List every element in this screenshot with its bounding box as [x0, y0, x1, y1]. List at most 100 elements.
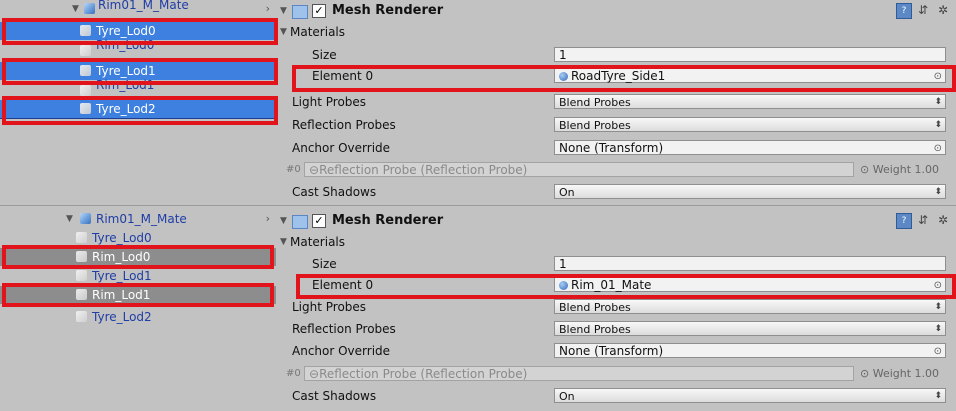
probe-index: #0: [286, 368, 301, 379]
fold-arrow-icon[interactable]: ▼: [280, 210, 287, 232]
dropdown-arrow-icon: ⬍: [934, 391, 942, 401]
object-picker-icon[interactable]: ⊙: [934, 278, 942, 293]
book-icon[interactable]: ?: [896, 3, 912, 19]
fold-arrow-icon[interactable]: ▼: [66, 210, 73, 228]
cube-icon: [80, 85, 91, 96]
hierarchy-item-rim-lod1[interactable]: Rim_Lod1: [0, 78, 276, 100]
hierarchy-parent-label: Rim01_M_Mate: [96, 212, 187, 226]
light-probes-label: Light Probes: [292, 95, 367, 109]
weight-value: Weight 1.00: [872, 163, 940, 176]
cast-shadows-label: Cast Shadows: [292, 389, 377, 403]
weight-value: Weight 1.00: [872, 367, 940, 380]
anchor-override-value: None (Transform): [559, 141, 664, 155]
bottom-panel: ▼ Rim01_M_Mate › Tyre_Lod0 Rim_Lod0 Tyre…: [0, 206, 956, 411]
cube-icon: [80, 213, 91, 224]
mesh-renderer-icon: [292, 5, 308, 19]
hierarchy-item-tyre-lod2[interactable]: Tyre_Lod2: [0, 308, 276, 326]
reflection-probes-dropdown[interactable]: Blend Probes ⬍: [554, 117, 946, 132]
hierarchy-item-rim-lod1[interactable]: Rim_Lod1: [0, 286, 276, 304]
element-label: Element 0: [312, 278, 374, 292]
reflection-probe-field: ⊖Reflection Probe (Reflection Probe): [304, 366, 854, 381]
hierarchy-item-rim-lod0[interactable]: Rim_Lod0: [0, 248, 276, 266]
reflection-probes-dropdown[interactable]: Blend Probes ⬍: [554, 321, 946, 336]
element-value: Rim_01_Mate: [571, 278, 652, 292]
reflection-probes-value: Blend Probes: [559, 119, 631, 132]
cube-icon: [84, 3, 95, 14]
materials-label: Materials: [290, 235, 346, 249]
element-label: Element 0: [312, 69, 374, 83]
gear-icon[interactable]: ✲: [936, 3, 950, 17]
checkbox-icon[interactable]: ✓: [312, 4, 326, 18]
element-row: Element 0 RoadTyre_Side1 ⊙: [278, 66, 956, 86]
anchor-override-label: Anchor Override: [292, 344, 391, 358]
reflection-probes-label: Reflection Probes: [292, 118, 396, 132]
book-icon[interactable]: ?: [896, 213, 912, 229]
reflection-probes-value: Blend Probes: [559, 323, 631, 336]
reflection-probes-label: Reflection Probes: [292, 322, 396, 336]
component-header[interactable]: ▼ ✓ Mesh Renderer ? ⇵ ✲: [278, 0, 956, 22]
settings-icon[interactable]: ⇵: [916, 3, 930, 17]
light-probes-dropdown[interactable]: Blend Probes ⬍: [554, 94, 946, 109]
weight-label: ⊙ Weight 1.00: [860, 367, 940, 380]
light-probes-dropdown[interactable]: Blend Probes ⬍: [554, 299, 946, 314]
hierarchy-item-label: Tyre_Lod1: [92, 269, 152, 283]
hierarchy-parent-row[interactable]: ▼ Rim01_M_Mate ›: [0, 210, 276, 228]
checkbox-icon[interactable]: ✓: [312, 214, 326, 228]
cube-icon: [80, 65, 91, 76]
light-probes-row: Light Probes Blend Probes ⬍: [278, 297, 956, 317]
hierarchy-parent-row[interactable]: ▼ Rim01_M_Mate ›: [0, 0, 276, 18]
materials-row[interactable]: ▼ Materials: [278, 22, 956, 42]
light-probes-label: Light Probes: [292, 300, 367, 314]
size-field[interactable]: 1: [554, 47, 946, 62]
light-probes-row: Light Probes Blend Probes ⬍: [278, 92, 956, 112]
size-field[interactable]: 1: [554, 256, 946, 271]
anchor-override-field[interactable]: None (Transform) ⊙: [554, 140, 946, 155]
anchor-override-field[interactable]: None (Transform) ⊙: [554, 343, 946, 358]
collapse-arrow-icon[interactable]: ›: [266, 210, 270, 228]
hierarchy-item-label: Tyre_Lod2: [96, 102, 156, 116]
gear-icon[interactable]: ✲: [936, 213, 950, 227]
hierarchy-item-label: Rim_Lod1: [92, 288, 151, 302]
element-field[interactable]: RoadTyre_Side1 ⊙: [554, 68, 946, 83]
cube-icon: [76, 289, 87, 300]
fold-arrow-icon[interactable]: ▼: [280, 22, 287, 42]
hierarchy-item-rim-lod0[interactable]: Rim_Lod0: [0, 38, 276, 60]
component-title: Mesh Renderer: [332, 213, 444, 228]
materials-row[interactable]: ▼ Materials: [278, 232, 956, 252]
collapse-arrow-icon[interactable]: ›: [266, 0, 270, 18]
cast-shadows-dropdown[interactable]: On ⬍: [554, 388, 946, 403]
hierarchy-panel: ▼ Rim01_M_Mate › Tyre_Lod0 Rim_Lod0 Tyre…: [0, 0, 276, 205]
dropdown-arrow-icon: ⬍: [934, 302, 942, 312]
component-header[interactable]: ▼ ✓ Mesh Renderer ? ⇵ ✲: [278, 210, 956, 232]
element-field[interactable]: Rim_01_Mate ⊙: [554, 277, 946, 292]
dropdown-arrow-icon: ⬍: [934, 97, 942, 107]
hierarchy-item-label: Rim_Lod1: [96, 78, 155, 92]
material-ball-icon: [559, 281, 568, 290]
cast-shadows-dropdown[interactable]: On ⬍: [554, 184, 946, 199]
cube-icon: [76, 251, 87, 262]
hierarchy-item-tyre-lod2[interactable]: Tyre_Lod2: [0, 100, 276, 118]
reflection-probes-row: Reflection Probes Blend Probes ⬍: [278, 319, 956, 339]
mesh-renderer-icon: [292, 215, 308, 229]
cast-shadows-value: On: [559, 390, 575, 403]
settings-icon[interactable]: ⇵: [916, 213, 930, 227]
fold-arrow-icon[interactable]: ▼: [72, 0, 79, 18]
fold-arrow-icon[interactable]: ▼: [280, 0, 287, 22]
object-picker-icon[interactable]: ⊙: [934, 344, 942, 359]
cube-icon: [76, 311, 87, 322]
hierarchy-item-tyre-lod0[interactable]: Tyre_Lod0: [0, 229, 276, 247]
size-label: Size: [312, 257, 337, 271]
element-row: Element 0 Rim_01_Mate ⊙: [278, 275, 956, 295]
reflection-probe-field: ⊖Reflection Probe (Reflection Probe): [304, 162, 854, 177]
object-picker-icon[interactable]: ⊙: [934, 69, 942, 84]
hierarchy-item-tyre-lod1[interactable]: Tyre_Lod1: [0, 267, 276, 285]
hierarchy-parent-label: Rim01_M_Mate: [98, 0, 189, 12]
cast-shadows-value: On: [559, 186, 575, 199]
size-row: Size 1: [278, 45, 956, 65]
cube-icon: [80, 103, 91, 114]
fold-arrow-icon[interactable]: ▼: [280, 232, 287, 252]
object-picker-icon[interactable]: ⊙: [934, 141, 942, 156]
top-panel: ▼ Rim01_M_Mate › Tyre_Lod0 Rim_Lod0 Tyre…: [0, 0, 956, 205]
dropdown-arrow-icon: ⬍: [934, 187, 942, 197]
reflection-probe-row: #0 ⊖Reflection Probe (Reflection Probe) …: [278, 364, 956, 384]
